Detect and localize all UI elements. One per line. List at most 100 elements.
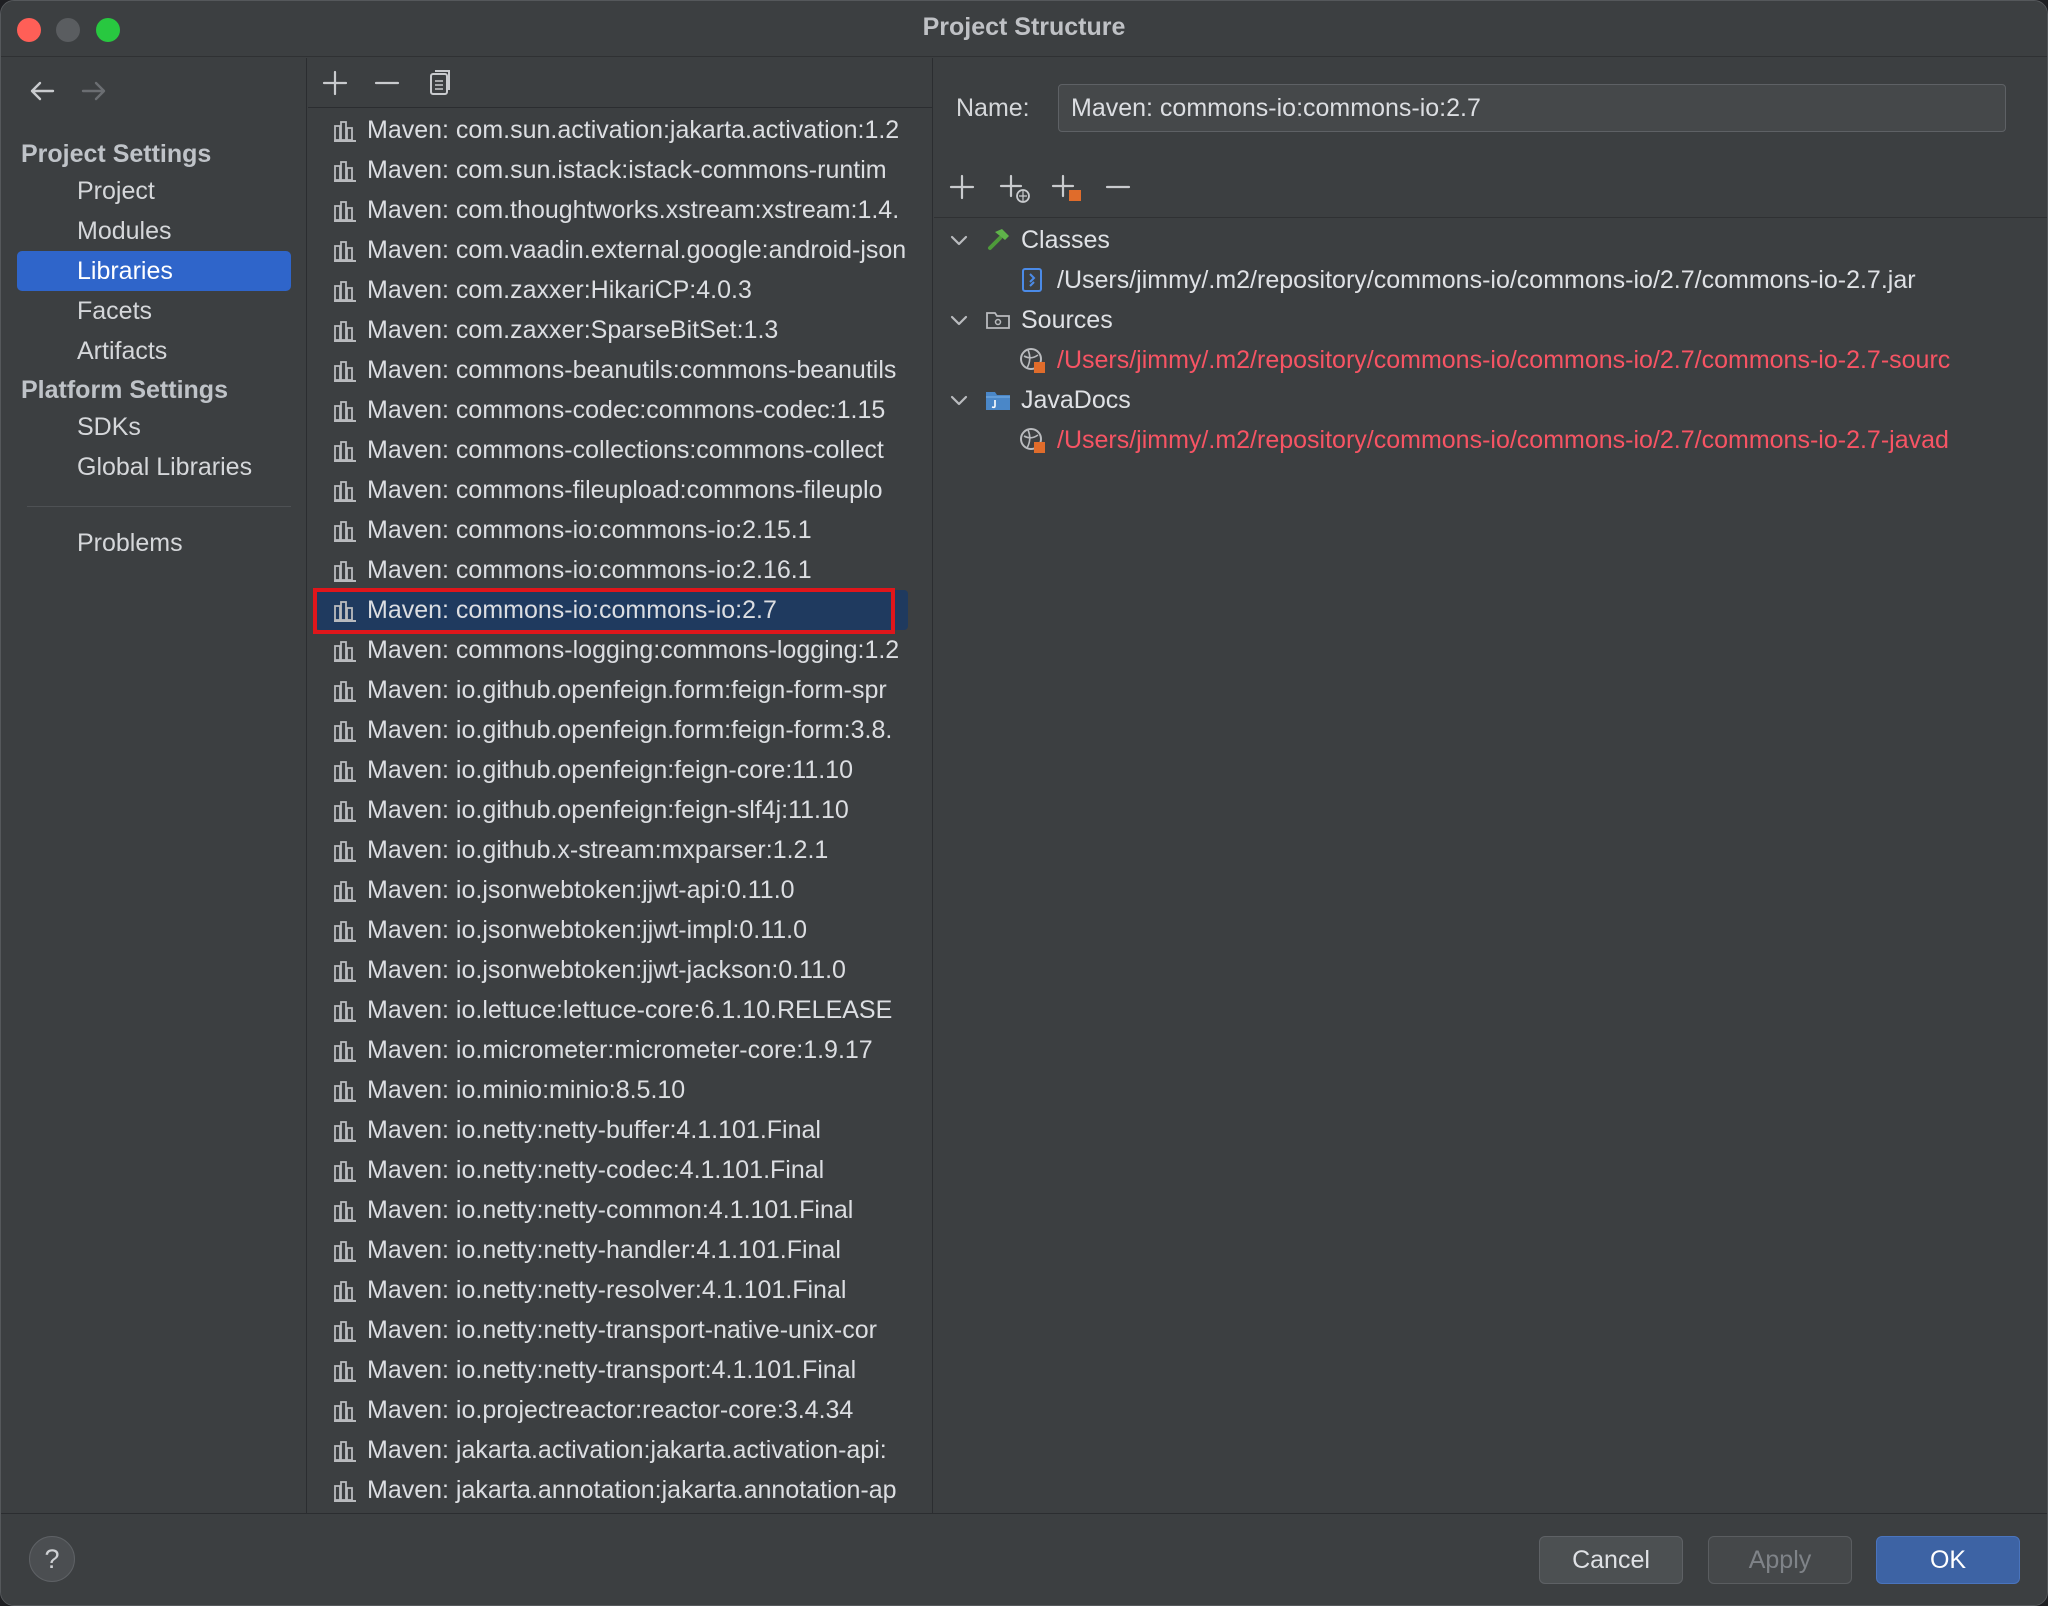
library-name: Maven: io.github.openfeign.form:feign-fo… bbox=[367, 716, 893, 744]
add-root-icon[interactable] bbox=[945, 170, 979, 204]
apply-button[interactable]: Apply bbox=[1708, 1536, 1852, 1584]
forward-arrow-icon[interactable] bbox=[79, 76, 109, 106]
library-icon bbox=[334, 321, 356, 342]
classes-path: /Users/jimmy/.m2/repository/commons-io/c… bbox=[1057, 266, 1916, 294]
library-list-item[interactable]: Maven: io.jsonwebtoken:jjwt-impl:0.11.0 bbox=[316, 910, 916, 950]
javadocs-label: JavaDocs bbox=[1021, 386, 1131, 414]
library-list-item[interactable]: Maven: com.sun.activation:jakarta.activa… bbox=[316, 110, 916, 150]
library-list-item[interactable]: Maven: io.github.openfeign.form:feign-fo… bbox=[316, 710, 916, 750]
jar-file-icon bbox=[1022, 268, 1042, 292]
library-list-item[interactable]: Maven: com.zaxxer:HikariCP:4.0.3 bbox=[316, 270, 916, 310]
library-list-item[interactable]: Maven: jakarta.annotation:jakarta.annota… bbox=[316, 1470, 916, 1510]
library-list-item[interactable]: Maven: commons-collections:commons-colle… bbox=[316, 430, 916, 470]
copy-library-icon[interactable] bbox=[422, 66, 456, 100]
ok-button[interactable]: OK bbox=[1876, 1536, 2020, 1584]
library-list-item[interactable]: Maven: io.netty:netty-common:4.1.101.Fin… bbox=[316, 1190, 916, 1230]
library-icon bbox=[334, 601, 356, 622]
sidebar-item-artifacts[interactable]: Artifacts bbox=[17, 331, 291, 371]
tree-node-javadocs[interactable]: JavaDocs bbox=[948, 380, 2038, 420]
library-icon bbox=[334, 561, 356, 582]
library-list-item[interactable]: Maven: io.netty:netty-transport:4.1.101.… bbox=[316, 1350, 916, 1390]
sources-path-item[interactable]: /Users/jimmy/.m2/repository/commons-io/c… bbox=[1018, 340, 2038, 380]
library-list-item[interactable]: Maven: io.netty:netty-handler:4.1.101.Fi… bbox=[316, 1230, 916, 1270]
library-list-item[interactable]: Maven: io.lettuce:lettuce-core:6.1.10.RE… bbox=[316, 990, 916, 1030]
library-name: Maven: io.lettuce:lettuce-core:6.1.10.RE… bbox=[367, 996, 893, 1024]
library-icon bbox=[334, 1001, 356, 1022]
library-list-item[interactable]: Maven: commons-beanutils:commons-beanuti… bbox=[316, 350, 916, 390]
library-list-item[interactable]: Maven: commons-fileupload:commons-fileup… bbox=[316, 470, 916, 510]
chevron-down-icon[interactable] bbox=[948, 389, 970, 411]
library-icon bbox=[334, 201, 356, 222]
library-list-item[interactable]: Maven: io.netty:netty-codec:4.1.101.Fina… bbox=[316, 1150, 916, 1190]
library-name: Maven: jakarta.activation:jakarta.activa… bbox=[367, 1436, 887, 1464]
library-name: Maven: commons-codec:commons-codec:1.15 bbox=[367, 396, 886, 424]
sidebar-item-problems[interactable]: Problems bbox=[17, 523, 291, 563]
library-list-item[interactable]: Maven: commons-io:commons-io:2.15.1 bbox=[316, 510, 916, 550]
help-button[interactable]: ? bbox=[29, 1536, 75, 1582]
library-name: Maven: io.jsonwebtoken:jjwt-api:0.11.0 bbox=[367, 876, 795, 904]
add-library-icon[interactable] bbox=[318, 66, 352, 100]
library-name: Maven: io.netty:netty-transport-native-u… bbox=[367, 1316, 877, 1344]
library-list-item[interactable]: Maven: io.minio:minio:8.5.10 bbox=[316, 1070, 916, 1110]
roots-toolbar bbox=[934, 158, 2047, 218]
library-icon bbox=[334, 1161, 356, 1182]
library-list-item[interactable]: Maven: jakarta.activation:jakarta.activa… bbox=[316, 1430, 916, 1470]
library-icon bbox=[334, 1481, 356, 1502]
library-list-item[interactable]: Maven: io.github.openfeign.form:feign-fo… bbox=[316, 670, 916, 710]
library-list-item[interactable]: Maven: com.zaxxer:SparseBitSet:1.3 bbox=[316, 310, 916, 350]
library-list-item[interactable]: Maven: io.github.x-stream:mxparser:1.2.1 bbox=[316, 830, 916, 870]
library-icon bbox=[334, 1401, 356, 1422]
library-list-item[interactable]: Maven: commons-logging:commons-logging:1… bbox=[316, 630, 916, 670]
library-name: Maven: io.github.x-stream:mxparser:1.2.1 bbox=[367, 836, 829, 864]
javadocs-path-item[interactable]: /Users/jimmy/.m2/repository/commons-io/c… bbox=[1018, 420, 2038, 460]
library-list-item[interactable]: Maven: commons-io:commons-io:2.16.1 bbox=[316, 550, 916, 590]
classes-path-item[interactable]: /Users/jimmy/.m2/repository/commons-io/c… bbox=[1018, 260, 2038, 300]
back-arrow-icon[interactable] bbox=[27, 76, 57, 106]
sidebar-item-global-libraries[interactable]: Global Libraries bbox=[17, 447, 291, 487]
library-icon bbox=[334, 841, 356, 862]
library-list-item[interactable]: Maven: io.jsonwebtoken:jjwt-api:0.11.0 bbox=[316, 870, 916, 910]
sidebar-item-libraries[interactable]: Libraries bbox=[17, 251, 291, 291]
library-icon bbox=[334, 441, 356, 462]
hammer-icon bbox=[988, 229, 1009, 250]
add-remote-root-icon[interactable] bbox=[997, 170, 1031, 204]
chevron-down-icon[interactable] bbox=[948, 309, 970, 331]
library-icon bbox=[334, 681, 356, 702]
library-name: Maven: commons-logging:commons-logging:1… bbox=[367, 636, 900, 664]
sidebar-item-modules[interactable]: Modules bbox=[17, 211, 291, 251]
library-list-item[interactable]: Maven: com.thoughtworks.xstream:xstream:… bbox=[316, 190, 916, 230]
library-list-item[interactable]: Maven: commons-codec:commons-codec:1.15 bbox=[316, 390, 916, 430]
library-list-item[interactable]: Maven: io.micrometer:micrometer-core:1.9… bbox=[316, 1030, 916, 1070]
library-icon bbox=[334, 1121, 356, 1142]
library-list-item[interactable]: Maven: io.netty:netty-resolver:4.1.101.F… bbox=[316, 1270, 916, 1310]
sidebar-item-project[interactable]: Project bbox=[17, 171, 291, 211]
sidebar-item-facets[interactable]: Facets bbox=[17, 291, 291, 331]
cancel-button[interactable]: Cancel bbox=[1539, 1536, 1683, 1584]
library-list-item[interactable]: Maven: com.sun.istack:istack-commons-run… bbox=[316, 150, 916, 190]
title-bar: Project Structure bbox=[1, 1, 2047, 57]
libraries-toolbar bbox=[308, 58, 932, 108]
library-icon bbox=[334, 1201, 356, 1222]
tree-node-classes[interactable]: Classes bbox=[948, 220, 2038, 260]
remove-root-icon[interactable] bbox=[1101, 170, 1135, 204]
remove-library-icon[interactable] bbox=[370, 66, 404, 100]
window-title: Project Structure bbox=[922, 13, 1126, 41]
library-list-item[interactable]: Maven: io.netty:netty-buffer:4.1.101.Fin… bbox=[316, 1110, 916, 1150]
library-name: Maven: io.netty:netty-codec:4.1.101.Fina… bbox=[367, 1156, 825, 1184]
library-list-item[interactable]: Maven: io.github.openfeign:feign-core:11… bbox=[316, 750, 916, 790]
library-list-item[interactable]: Maven: io.jsonwebtoken:jjwt-jackson:0.11… bbox=[316, 950, 916, 990]
tree-node-sources[interactable]: Sources bbox=[948, 300, 2038, 340]
dialog-button-bar: ? Cancel Apply OK bbox=[1, 1513, 2047, 1605]
platform-settings-header: Platform Settings bbox=[21, 376, 228, 404]
library-name-field[interactable]: Maven: commons-io:commons-io:2.7 bbox=[1058, 84, 2006, 132]
add-attachment-icon[interactable] bbox=[1049, 170, 1083, 204]
library-list-item[interactable]: Maven: io.netty:netty-transport-native-u… bbox=[316, 1310, 916, 1350]
library-icon bbox=[334, 1281, 356, 1302]
sidebar-item-sdks[interactable]: SDKs bbox=[17, 407, 291, 447]
library-list-item[interactable]: Maven: io.github.openfeign:feign-slf4j:1… bbox=[316, 790, 916, 830]
library-list-item[interactable]: Maven: commons-io:commons-io:2.7 bbox=[316, 590, 908, 630]
library-list-item[interactable]: Maven: io.projectreactor:reactor-core:3.… bbox=[316, 1390, 916, 1430]
library-list-item[interactable]: Maven: com.vaadin.external.google:androi… bbox=[316, 230, 916, 270]
library-icon bbox=[334, 761, 356, 782]
chevron-down-icon[interactable] bbox=[948, 229, 970, 251]
